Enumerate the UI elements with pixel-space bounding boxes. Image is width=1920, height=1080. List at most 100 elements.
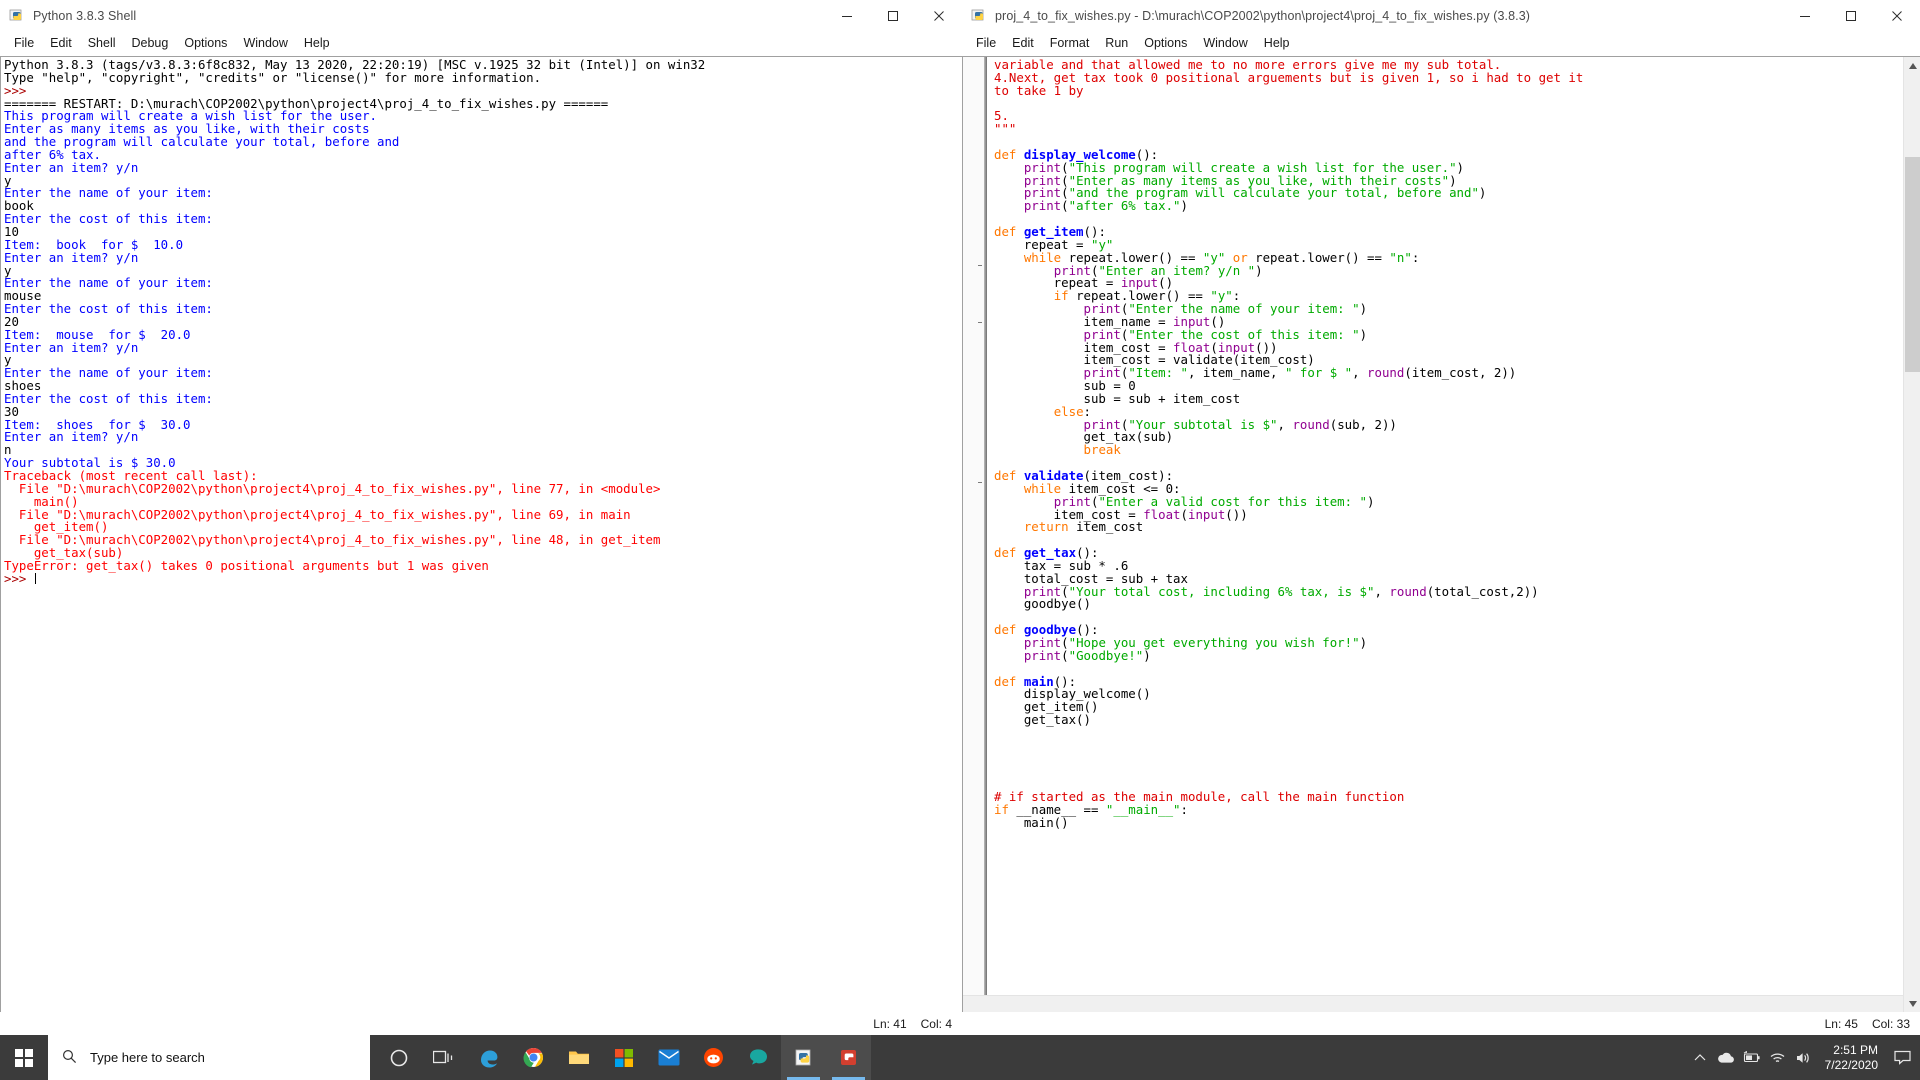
- python-shell-window[interactable]: Python 3.8.3 Shell File Edit Shell Debug Opt…: [0, 0, 962, 1035]
- idle-editor-icon[interactable]: [781, 1035, 826, 1080]
- editor-menu-file[interactable]: File: [968, 34, 1004, 52]
- shell-menu-options[interactable]: Options: [176, 34, 235, 52]
- editor-menu-edit[interactable]: Edit: [1004, 34, 1042, 52]
- code-line: main(): [994, 814, 1069, 830]
- editor-horizontal-scrollbar[interactable]: [963, 995, 1903, 1012]
- maximize-icon[interactable]: [870, 0, 916, 32]
- close-icon[interactable]: [1874, 0, 1920, 32]
- shell-line: >>>: [4, 570, 36, 586]
- battery-icon[interactable]: [1739, 1051, 1765, 1064]
- system-tray[interactable]: 2:51 PM 7/22/2020: [1687, 1035, 1920, 1080]
- wifi-icon[interactable]: [1765, 1051, 1791, 1064]
- code-line: display_welcome(): [994, 686, 1151, 702]
- code-line: break: [1083, 442, 1121, 458]
- shell-line: and the program will calculate your tota…: [4, 134, 400, 150]
- idle-shell-icon[interactable]: [826, 1035, 871, 1080]
- taskbar-app-buttons[interactable]: [376, 1035, 871, 1080]
- minimize-icon[interactable]: [1782, 0, 1828, 32]
- windows-start-icon[interactable]: [0, 1035, 48, 1080]
- search-icon: [62, 1049, 77, 1067]
- editor-titlebar[interactable]: proj_4_to_fix_wishes.py - D:\murach\COP2…: [962, 0, 1920, 32]
- clock-date: 7/22/2020: [1824, 1057, 1878, 1072]
- python-editor-window[interactable]: proj_4_to_fix_wishes.py - D:\murach\COP2…: [962, 0, 1920, 1035]
- shell-line: Type "help", "copyright", "credits" or "…: [4, 69, 542, 85]
- teal-app-icon[interactable]: [736, 1035, 781, 1080]
- shell-menu-window[interactable]: Window: [235, 34, 295, 52]
- code-line: get_tax(sub): [994, 429, 1174, 445]
- shell-line: Enter an item? y/n: [4, 159, 139, 175]
- maximize-icon[interactable]: [1828, 0, 1874, 32]
- shell-title: Python 3.8.3 Shell: [33, 8, 137, 23]
- editor-menu-options[interactable]: Options: [1136, 34, 1195, 52]
- shell-titlebar[interactable]: Python 3.8.3 Shell: [0, 0, 962, 32]
- shell-line: Enter the name of your item:: [4, 365, 213, 381]
- editor-text[interactable]: variable and that allowed me to no more …: [987, 57, 1903, 1012]
- microsoft-store-icon[interactable]: [601, 1035, 646, 1080]
- taskbar-clock[interactable]: 2:51 PM 7/22/2020: [1817, 1043, 1888, 1073]
- editor-menu-format[interactable]: Format: [1042, 34, 1098, 52]
- shell-line-indicator: Ln: 41: [873, 1017, 907, 1031]
- notification-icon[interactable]: [1888, 1050, 1916, 1065]
- taskbar-search-box[interactable]: Type here to search: [48, 1035, 370, 1080]
- editor-col-indicator: Col: 33: [1871, 1017, 1910, 1031]
- chrome-icon[interactable]: [511, 1035, 556, 1080]
- speaker-icon[interactable]: [1791, 1051, 1817, 1065]
- code-line: """: [994, 121, 1017, 137]
- editor-menu-help[interactable]: Help: [1256, 34, 1298, 52]
- mail-icon[interactable]: [646, 1035, 691, 1080]
- cortana-icon[interactable]: [376, 1035, 421, 1080]
- scroll-up-icon[interactable]: [1904, 57, 1920, 74]
- editor-menu-run[interactable]: Run: [1097, 34, 1136, 52]
- editor-vertical-scrollbar[interactable]: [1903, 57, 1920, 1012]
- shell-menu-shell[interactable]: Shell: [80, 34, 124, 52]
- editor-menu-window[interactable]: Window: [1195, 34, 1255, 52]
- task-view-icon[interactable]: [421, 1035, 466, 1080]
- code-line: print("Goodbye!"): [1023, 647, 1151, 663]
- shell-menu-file[interactable]: File: [6, 34, 42, 52]
- editor-code-area[interactable]: variable and that allowed me to no more …: [962, 56, 1920, 1012]
- search-placeholder-text: Type here to search: [90, 1050, 205, 1065]
- shell-statusbar: Ln: 41 Col: 4: [0, 1012, 962, 1035]
- desktop: Python 3.8.3 Shell File Edit Shell Debug Opt…: [0, 0, 1920, 1080]
- shell-output-area[interactable]: Python 3.8.3 (tags/v3.8.3:6f8c832, May 1…: [0, 56, 962, 1012]
- shell-line: File "D:\murach\COP2002\python\project4\…: [4, 506, 631, 522]
- code-line: get_item(): [994, 699, 1099, 715]
- code-line: to take 1 by: [994, 82, 1084, 98]
- editor-title: proj_4_to_fix_wishes.py - D:\murach\COP2…: [995, 8, 1531, 23]
- shell-text[interactable]: Python 3.8.3 (tags/v3.8.3:6f8c832, May 1…: [1, 57, 962, 1012]
- code-line: print("Your total cost, including 6% tax…: [1023, 583, 1539, 599]
- shell-menubar[interactable]: File Edit Shell Debug Options Window Help: [0, 32, 962, 55]
- code-line: get_tax(): [994, 712, 1091, 728]
- chevron-up-icon[interactable]: [1687, 1053, 1713, 1062]
- shell-line: Enter the cost of this item:: [4, 301, 213, 317]
- edge-icon[interactable]: [466, 1035, 511, 1080]
- editor-statusbar: Ln: 45 Col: 33: [962, 1012, 1920, 1035]
- shell-line: Item: mouse for $ 20.0: [4, 326, 191, 342]
- code-line: 5.: [994, 108, 1009, 124]
- shell-menu-edit[interactable]: Edit: [42, 34, 80, 52]
- shell-line: after 6% tax.: [4, 146, 101, 162]
- reddit-icon[interactable]: [691, 1035, 736, 1080]
- minimize-icon[interactable]: [824, 0, 870, 32]
- code-line: return item_cost: [1023, 519, 1144, 535]
- shell-line: Item: shoes for $ 30.0: [4, 416, 191, 432]
- clock-time: 2:51 PM: [1833, 1042, 1878, 1057]
- shell-line: Enter an item? y/n: [4, 249, 139, 265]
- code-line: def get_tax():: [994, 545, 1099, 561]
- onedrive-icon[interactable]: [1713, 1051, 1739, 1064]
- scroll-down-icon[interactable]: [1904, 995, 1920, 1012]
- close-icon[interactable]: [916, 0, 962, 32]
- scrollbar-thumb[interactable]: [1905, 157, 1920, 372]
- windows-taskbar[interactable]: Type here to search 2:51 PM 7/22/2020: [0, 1035, 1920, 1080]
- code-line: 4.Next, get tax took 0 positional arguem…: [994, 69, 1584, 85]
- shell-menu-help[interactable]: Help: [296, 34, 338, 52]
- file-explorer-icon[interactable]: [556, 1035, 601, 1080]
- editor-menubar[interactable]: File Edit Format Run Options Window Help: [962, 32, 1920, 55]
- shell-menu-debug[interactable]: Debug: [124, 34, 177, 52]
